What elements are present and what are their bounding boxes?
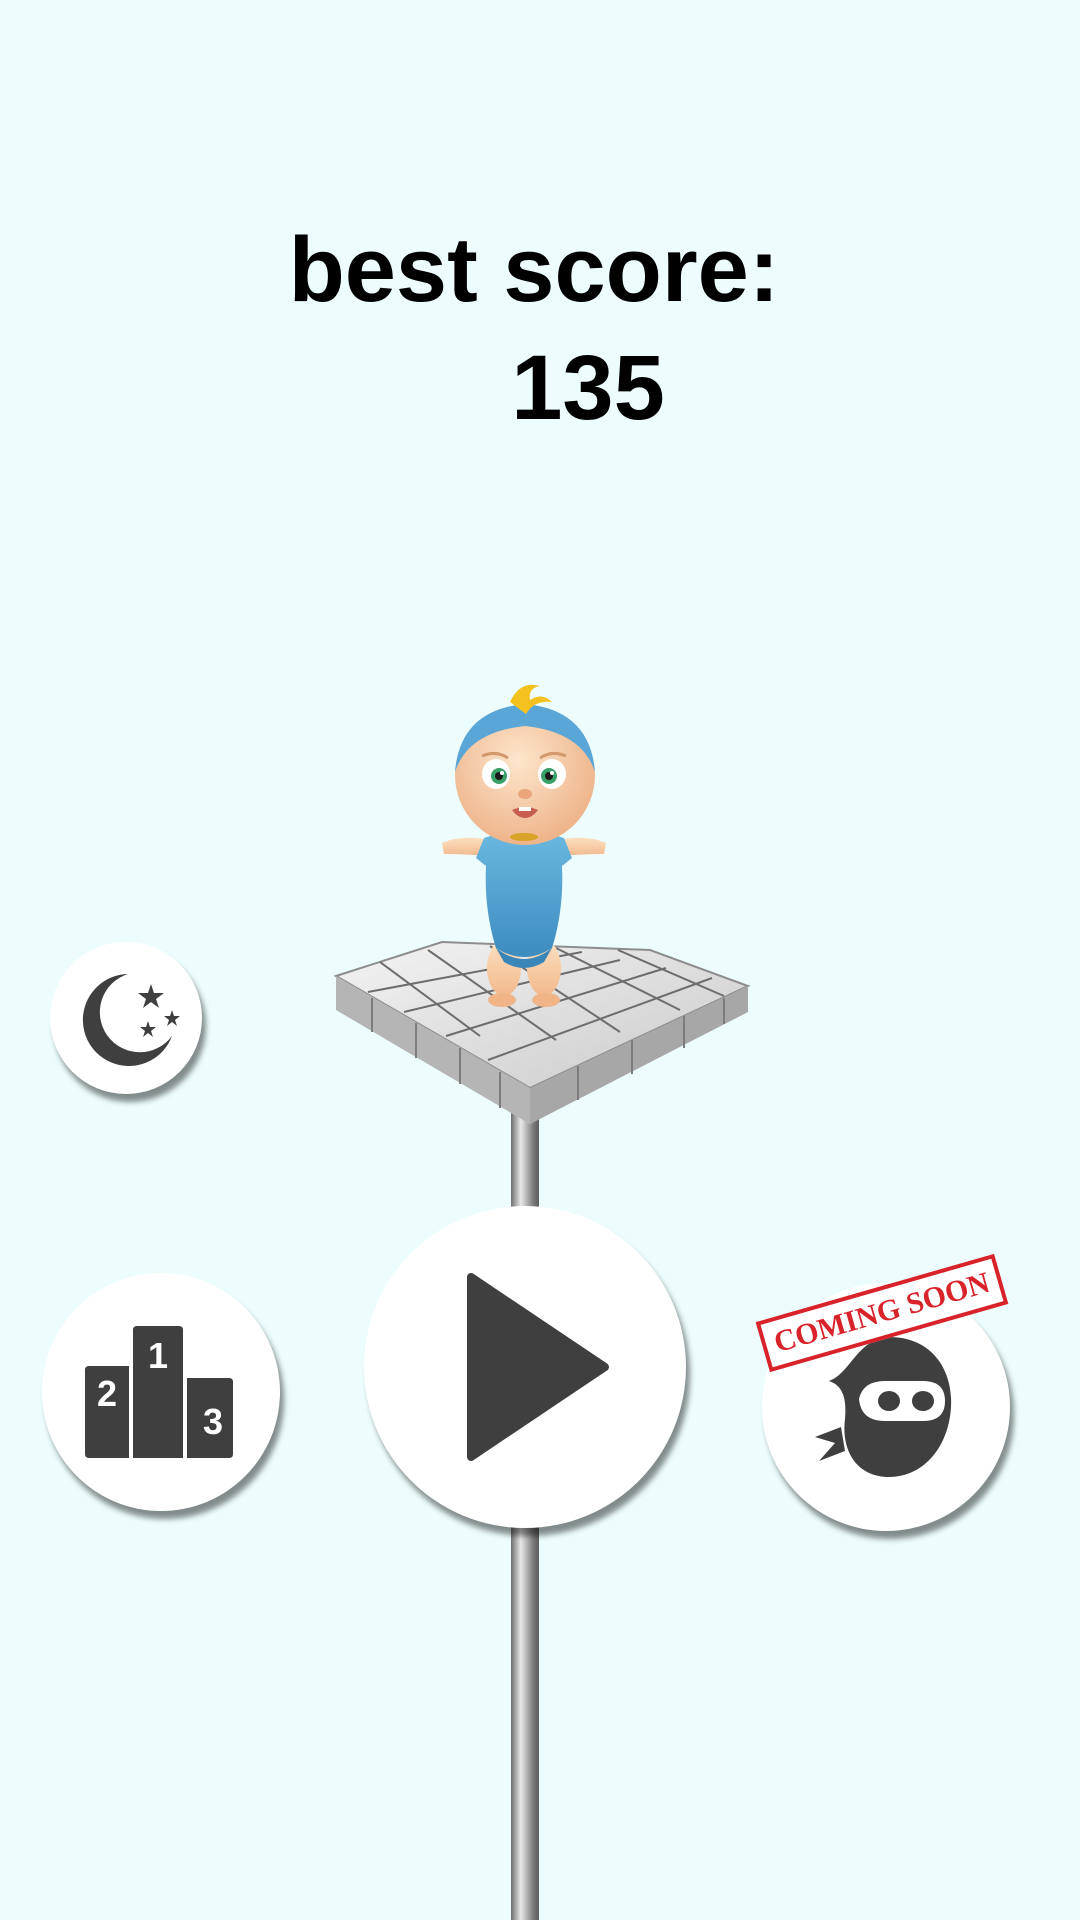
- night-mode-button[interactable]: [50, 942, 202, 1094]
- play-icon: [467, 1273, 609, 1461]
- moon-stars-icon: [82, 974, 180, 1066]
- best-score-label: best score:: [288, 219, 780, 321]
- podium-icon: 1 2 3: [85, 1326, 233, 1458]
- podium-second-label: 2: [97, 1373, 117, 1414]
- podium-third-label: 3: [203, 1401, 223, 1442]
- best-score-value: 135: [511, 337, 665, 439]
- play-button[interactable]: [364, 1206, 686, 1528]
- baby-on-platform: [333, 684, 751, 1124]
- leaderboard-button[interactable]: 1 2 3: [42, 1273, 280, 1511]
- best-score-panel: best score: 135: [0, 215, 1080, 443]
- podium-first-label: 1: [148, 1335, 168, 1376]
